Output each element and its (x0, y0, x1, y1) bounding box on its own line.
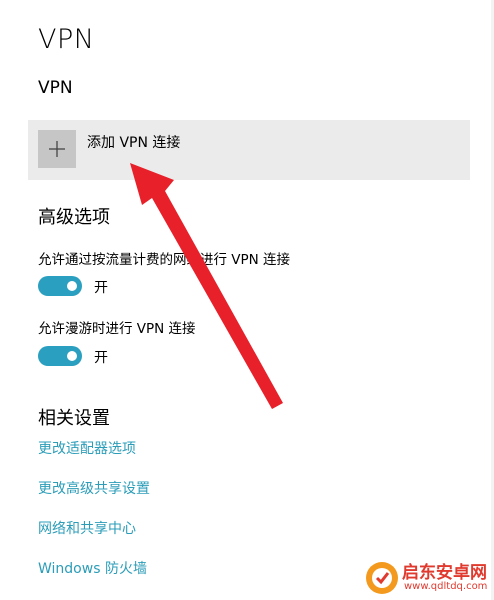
red-arrow-annotation (130, 163, 283, 409)
watermark-icon (366, 562, 398, 594)
watermark-logo: 启东安卓网 www.qdltdq.com (362, 556, 494, 600)
watermark-text: 启东安卓网 (402, 563, 487, 583)
watermark-url: www.qdltdq.com (404, 581, 488, 592)
